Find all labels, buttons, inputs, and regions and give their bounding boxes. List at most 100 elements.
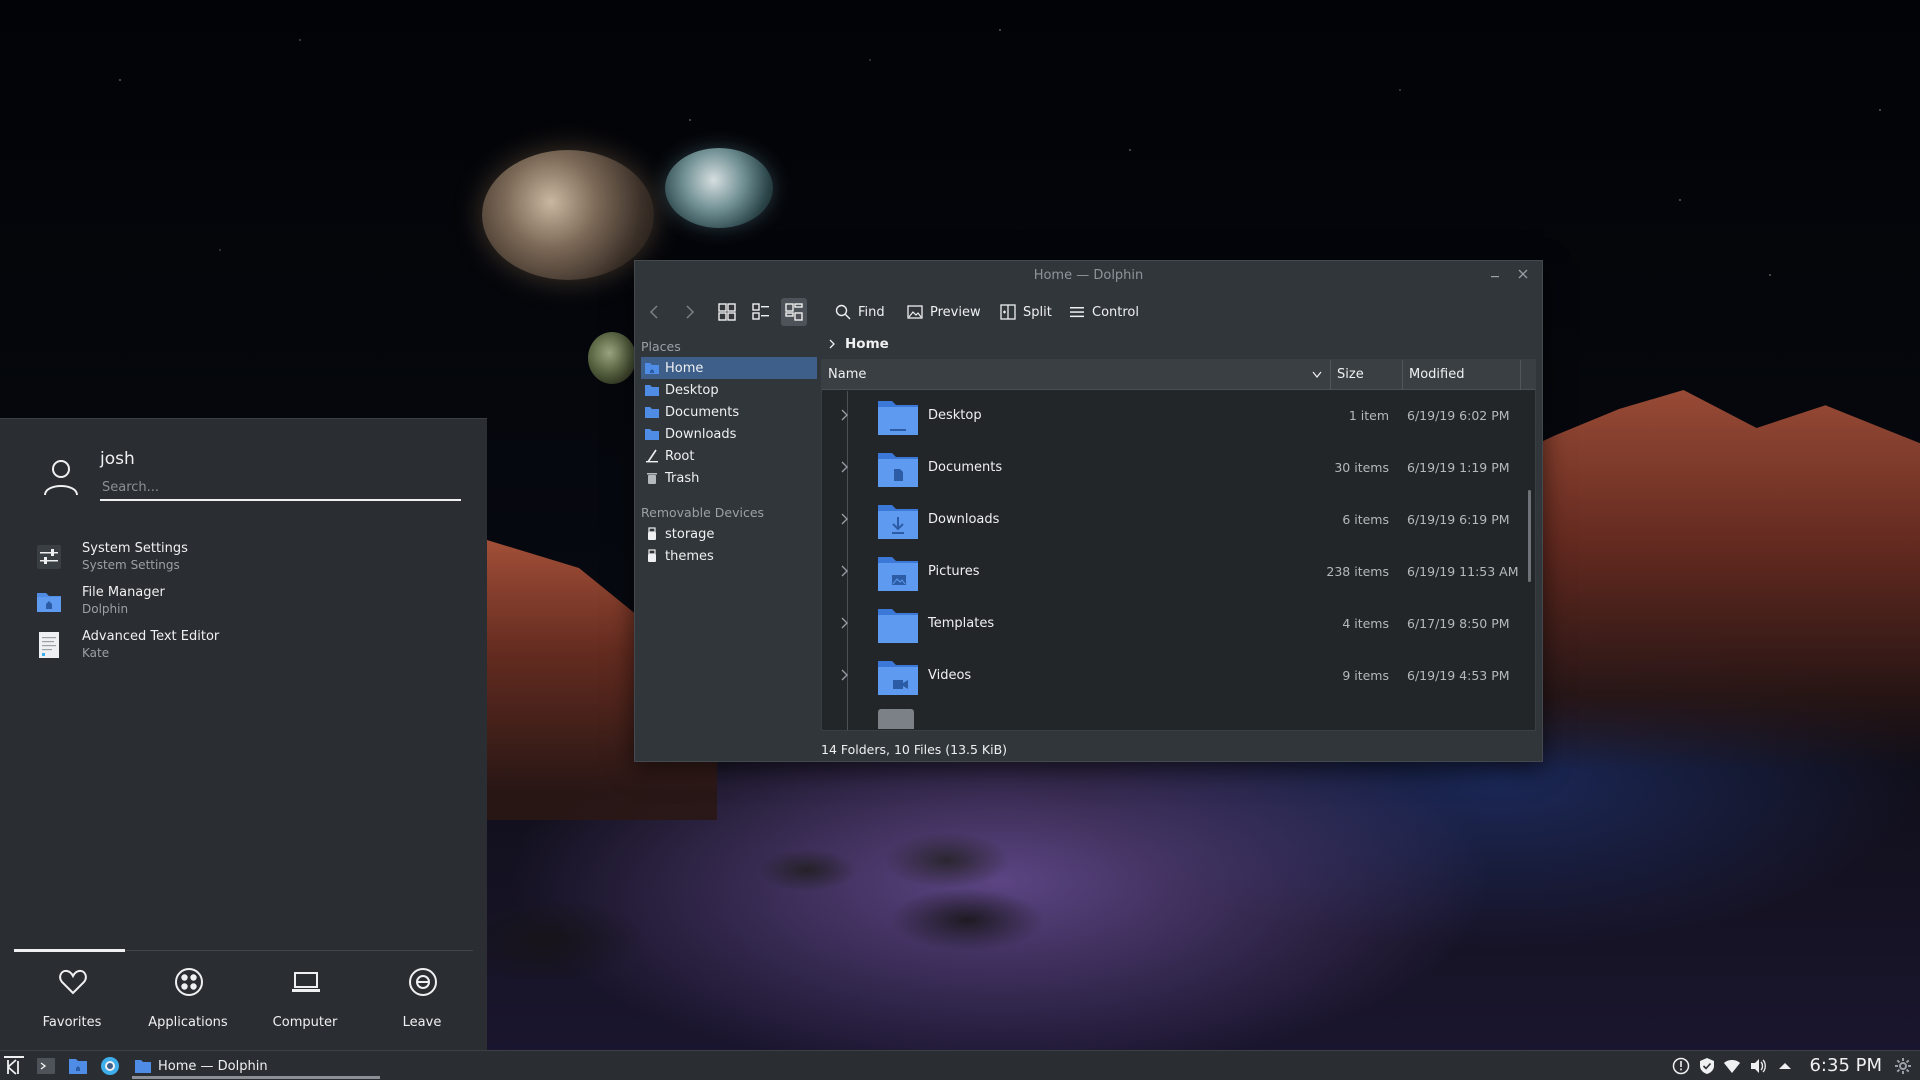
split-button[interactable]: Split [996, 298, 1056, 326]
clock[interactable]: 6:35 PM [1809, 1055, 1882, 1076]
file-name: Downloads [928, 512, 1000, 527]
search-icon [835, 304, 851, 320]
planet-image [482, 150, 654, 280]
file-name: Templates [928, 616, 995, 631]
place-root[interactable]: Root [641, 445, 817, 467]
username: josh [100, 449, 135, 469]
favorite-text-editor[interactable]: Advanced Text Editor Kate [28, 625, 467, 669]
place-downloads[interactable]: Downloads [641, 423, 817, 445]
details-view-icon [785, 303, 803, 321]
icons-view-button[interactable] [714, 298, 740, 326]
file-row[interactable]: Videos 9 items 6/19/19 4:53 PM [822, 651, 1525, 703]
device-storage[interactable]: storage [641, 523, 817, 545]
chevron-up-icon[interactable] [1776, 1057, 1794, 1075]
place-desktop[interactable]: Desktop [641, 379, 817, 401]
shield-icon[interactable] [1698, 1057, 1716, 1075]
folder-templates-icon [878, 609, 918, 643]
tab-label: Computer [272, 1015, 338, 1030]
folder-downloads-icon [645, 429, 659, 440]
expand-chevron-icon[interactable] [840, 461, 850, 473]
chevron-left-icon [649, 305, 658, 319]
device-label: storage [665, 526, 715, 542]
image-preview-icon [907, 305, 923, 319]
tab-label: Leave [402, 1015, 442, 1030]
favorite-file-manager[interactable]: File Manager Dolphin [28, 581, 467, 625]
file-row[interactable]: Documents 30 items 6/19/19 1:19 PM [822, 443, 1525, 495]
breadcrumb-home[interactable]: Home [845, 336, 889, 352]
settings-sliders-icon [37, 545, 61, 569]
place-home[interactable]: Home [641, 357, 817, 379]
back-button[interactable] [643, 298, 667, 326]
column-header-size[interactable]: Size [1331, 360, 1403, 390]
chevron-right-icon [686, 305, 695, 319]
expand-chevron-icon[interactable] [840, 513, 850, 525]
column-header-name[interactable]: Name [822, 360, 1331, 390]
application-launcher-button[interactable] [4, 1056, 24, 1076]
active-task-indicator [132, 1076, 380, 1079]
root-slash-icon [646, 449, 658, 463]
icons-view-icon [718, 303, 736, 321]
search-input[interactable] [100, 475, 461, 501]
browser-icon[interactable] [100, 1056, 120, 1076]
close-button[interactable] [1514, 266, 1532, 284]
column-label: Size [1337, 367, 1364, 382]
tab-label: Favorites [42, 1015, 102, 1030]
control-menu-button[interactable]: Control [1065, 298, 1143, 326]
usb-drive-icon [648, 527, 656, 540]
favorite-system-settings[interactable]: System Settings System Settings [28, 537, 467, 581]
device-themes[interactable]: themes [641, 545, 817, 567]
partial-file-icon [878, 709, 914, 729]
breadcrumb[interactable]: Home [821, 333, 889, 355]
file-modified: 6/19/19 1:19 PM [1407, 460, 1510, 475]
tab-favorites[interactable]: Favorites [14, 951, 130, 1051]
expand-chevron-icon[interactable] [840, 565, 850, 577]
user-avatar-icon [44, 460, 78, 496]
tab-leave[interactable]: Leave [364, 951, 480, 1051]
expand-chevron-icon[interactable] [840, 669, 850, 681]
place-label: Root [665, 448, 695, 464]
folder-videos-icon [878, 661, 918, 695]
place-documents[interactable]: Documents [641, 401, 817, 423]
removable-devices-heading: Removable Devices [641, 505, 765, 520]
find-button[interactable]: Find [831, 298, 889, 326]
mountain-image [1490, 390, 1920, 770]
window-titlebar[interactable]: Home — Dolphin [635, 261, 1542, 291]
folder-desktop-icon [645, 385, 659, 396]
wifi-icon[interactable] [1723, 1057, 1741, 1075]
dolphin-window: Home — Dolphin Find Preview Split Contro… [634, 260, 1543, 762]
favorite-name: System Settings [82, 541, 188, 556]
vertical-scrollbar[interactable] [1528, 490, 1531, 582]
volume-icon[interactable] [1749, 1057, 1767, 1075]
status-bar-text: 14 Folders, 10 Files (13.5 KiB) [821, 742, 1008, 757]
expand-chevron-icon[interactable] [840, 617, 850, 629]
details-view-button[interactable] [781, 298, 807, 326]
place-trash[interactable]: Trash [641, 467, 817, 489]
hamburger-menu-icon [1070, 307, 1084, 318]
favorite-description: Dolphin [82, 602, 129, 616]
tab-applications[interactable]: Applications [130, 951, 246, 1051]
forward-button[interactable] [677, 298, 701, 326]
file-row[interactable]: Pictures 238 items 6/19/19 11:53 AM [822, 547, 1525, 599]
planet-image [665, 148, 773, 228]
file-row[interactable]: Downloads 6 items 6/19/19 6:19 PM [822, 495, 1525, 547]
file-row[interactable]: Desktop 1 item 6/19/19 6:02 PM [822, 391, 1525, 443]
file-row[interactable]: Templates 4 items 6/17/19 8:50 PM [822, 599, 1525, 651]
expand-chevron-icon[interactable] [840, 409, 850, 421]
file-view-pane: Home Name Size Modified Desktop 1 item 6… [821, 333, 1536, 731]
control-label: Control [1092, 304, 1139, 320]
column-header-modified[interactable]: Modified [1403, 360, 1521, 390]
gear-icon[interactable] [1894, 1057, 1912, 1075]
preview-button[interactable]: Preview [903, 298, 985, 326]
tab-computer[interactable]: Computer [247, 951, 363, 1051]
minimize-button[interactable] [1486, 266, 1504, 284]
terminal-icon[interactable] [36, 1056, 56, 1076]
folder-pictures-icon [878, 557, 918, 591]
place-label: Documents [665, 404, 740, 420]
usb-drive-icon [648, 549, 656, 562]
compact-view-button[interactable] [748, 298, 774, 326]
place-label: Desktop [665, 382, 719, 398]
folder-icon[interactable] [68, 1056, 88, 1076]
notifications-icon[interactable] [1672, 1057, 1690, 1075]
file-modified: 6/17/19 8:50 PM [1407, 616, 1510, 631]
file-modified: 6/19/19 11:53 AM [1407, 564, 1519, 579]
